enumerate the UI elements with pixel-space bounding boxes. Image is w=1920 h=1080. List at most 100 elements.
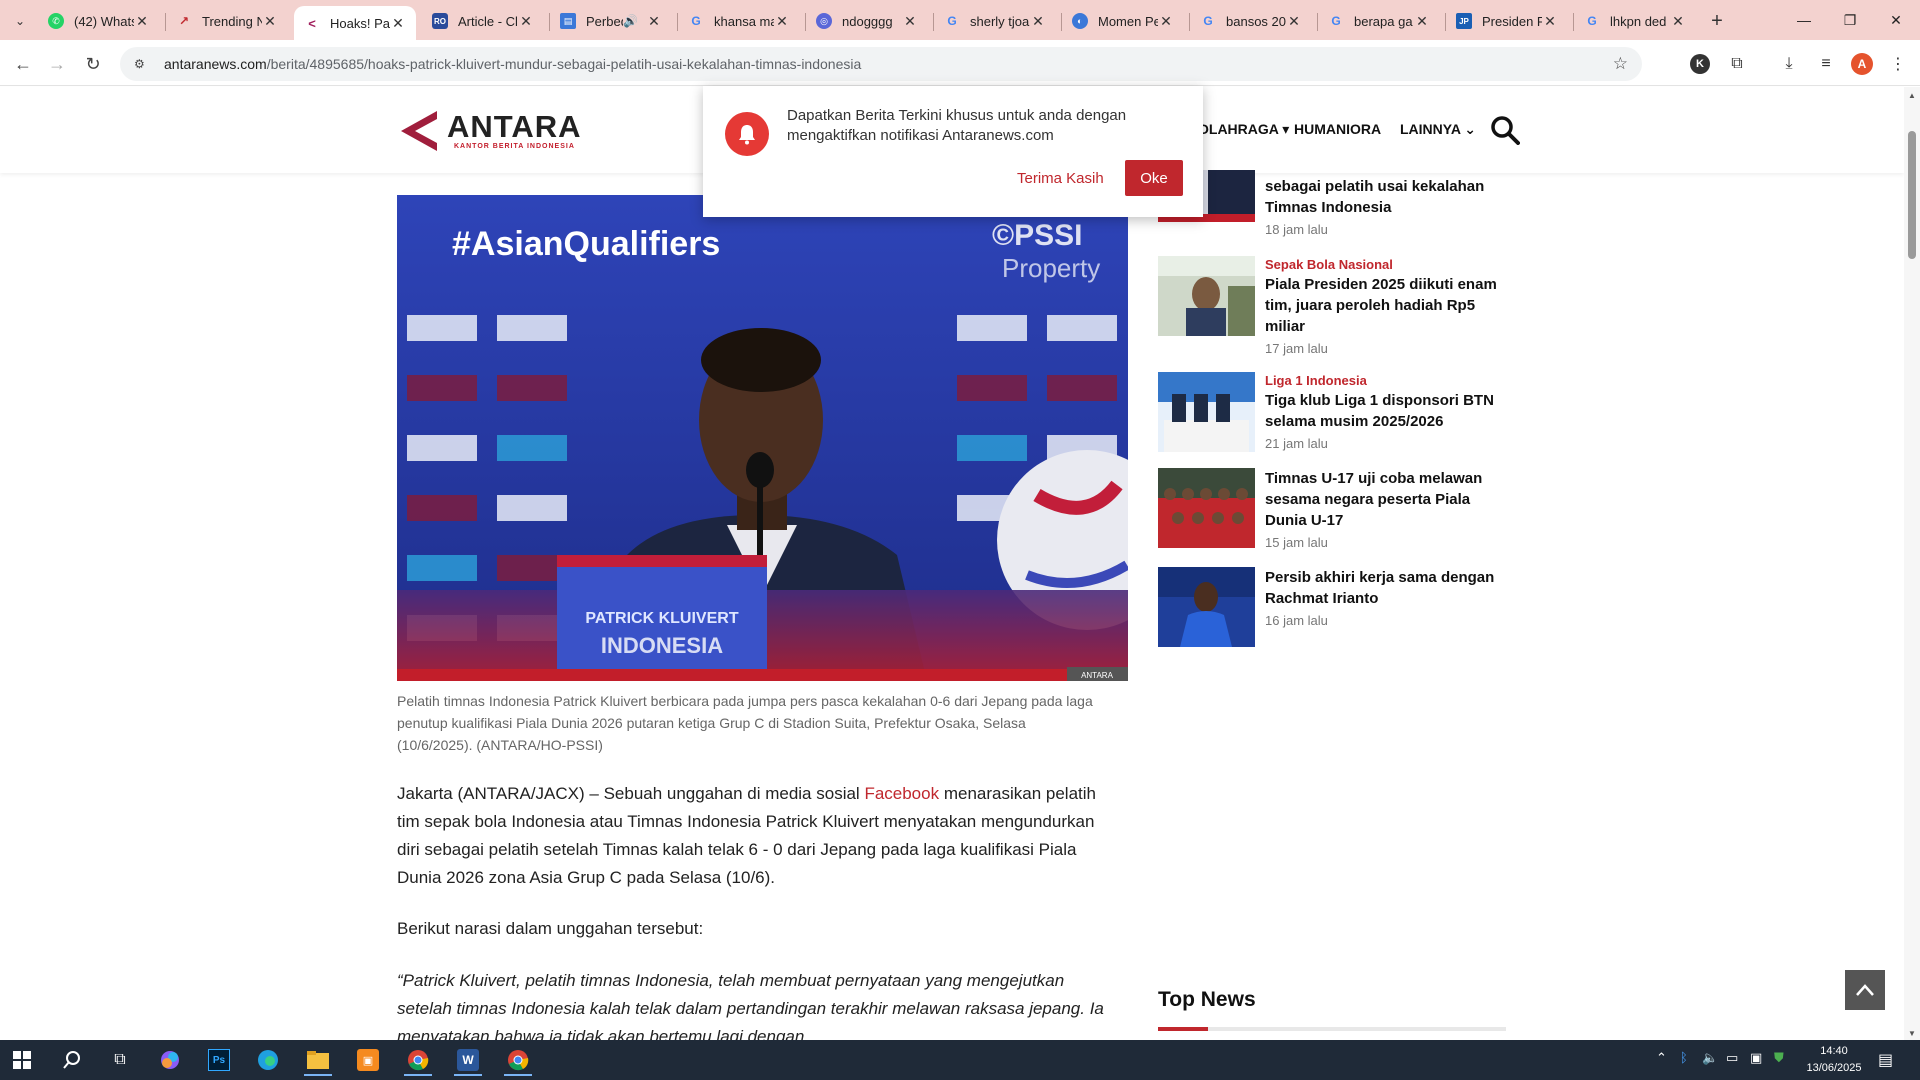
chrome-icon[interactable] <box>396 1044 440 1076</box>
back-button[interactable]: ← <box>10 51 36 77</box>
display-icon[interactable]: ▣ <box>1750 1050 1762 1066</box>
nav-lainnya[interactable]: LAINNYA ⌄ <box>1400 121 1476 138</box>
scrollbar-thumb[interactable] <box>1908 131 1916 259</box>
bookmark-star-icon[interactable]: ☆ <box>1613 54 1628 74</box>
browser-menu-icon[interactable]: ⋮ <box>1886 52 1910 76</box>
tab-ndogggg[interactable]: ◎ ndogggg ✕ <box>806 6 928 36</box>
page-scrollbar[interactable]: ▲ ▼ <box>1904 87 1920 1040</box>
minimize-button[interactable]: — <box>1784 6 1824 34</box>
news-thumbnail <box>1158 256 1255 336</box>
task-view-icon[interactable]: ⧉ <box>98 1044 142 1076</box>
tab-article[interactable]: RO Article - Cl ✕ <box>422 6 544 36</box>
network-icon[interactable]: ▭ <box>1726 1050 1738 1066</box>
nav-olahraga[interactable]: OLAHRAGA ▾ <box>1198 121 1289 138</box>
nav-humaniora[interactable]: HUMANIORA <box>1294 121 1381 137</box>
accept-button[interactable]: Oke <box>1125 160 1183 196</box>
google-icon: G <box>1331 14 1341 28</box>
close-tab-icon[interactable]: ✕ <box>1158 13 1174 30</box>
profile-k-icon[interactable]: K <box>1688 52 1712 76</box>
news-thumbnail <box>1158 372 1255 452</box>
photoshop-icon[interactable]: Ps <box>197 1044 241 1076</box>
reload-button[interactable]: ↻ <box>80 51 106 77</box>
close-tab-icon[interactable]: ✕ <box>774 13 790 30</box>
security-icon[interactable]: ⛊ <box>1774 1050 1784 1066</box>
tab-search-chevron-icon[interactable]: ⌄ <box>8 10 32 32</box>
url-path: /berita/4895685/hoaks-patrick-kluivert-m… <box>266 56 862 72</box>
article-icon: RO <box>432 13 448 29</box>
tab-presiden[interactable]: JP Presiden P ✕ <box>1446 6 1568 36</box>
tab-lhkpn[interactable]: G lhkpn ded ✕ <box>1574 6 1696 36</box>
media-control-icon[interactable]: ≡ <box>1814 52 1838 76</box>
chevron-up-icon <box>1856 984 1874 996</box>
tab-hoaks-active[interactable]: < Hoaks! Patrick ✕ <box>294 6 416 40</box>
url-domain: antaranews.com <box>164 56 267 72</box>
tab-whatsapp[interactable]: ✆ (42) WhatsApp ✕ <box>38 6 160 36</box>
notification-permission-dialog: Dapatkan Berita Terkini khusus untuk and… <box>703 86 1203 217</box>
decline-button[interactable]: Terima Kasih <box>1005 160 1116 196</box>
volume-icon[interactable]: 🔈 <box>1702 1050 1718 1066</box>
tab-trending[interactable]: ↗ Trending Now ✕ <box>166 6 288 36</box>
close-tab-icon[interactable]: ✕ <box>1414 13 1430 30</box>
profile-avatar[interactable]: A <box>1850 52 1874 76</box>
close-tab-icon[interactable]: ✕ <box>134 13 150 30</box>
tab-momen[interactable]: ◐ Momen Pe ✕ <box>1062 6 1184 36</box>
google-icon: G <box>691 14 701 28</box>
svg-text:ANTARA: ANTARA <box>1081 671 1114 680</box>
copilot-icon[interactable] <box>148 1044 192 1076</box>
close-tab-icon[interactable]: ✕ <box>262 13 278 30</box>
close-tab-icon[interactable]: ✕ <box>646 13 662 30</box>
facebook-link[interactable]: Facebook <box>864 784 939 803</box>
tab-perbedaan[interactable]: ▤ Perbedaan 🔊 ✕ <box>550 6 672 36</box>
search-icon[interactable] <box>50 1044 94 1076</box>
site-info-icon[interactable]: ⚙ <box>134 57 150 71</box>
system-clock[interactable]: 14:40 13/06/2025 <box>1804 1043 1864 1077</box>
sidebar-news-item[interactable]: sebagai pelatih usai kekalahan Timnas In… <box>1158 166 1508 237</box>
close-tab-icon[interactable]: ✕ <box>518 13 534 30</box>
address-bar[interactable]: ⚙ antaranews.com/berita/4895685/hoaks-pa… <box>120 47 1642 81</box>
jp-icon: JP <box>1456 13 1472 29</box>
download-icon[interactable]: ⤓ <box>1777 52 1801 76</box>
tab-sherly[interactable]: G sherly tjoa ✕ <box>934 6 1056 36</box>
forward-button[interactable]: → <box>44 51 70 77</box>
close-window-button[interactable]: ✕ <box>1876 6 1916 34</box>
new-tab-button[interactable]: + <box>1704 8 1730 34</box>
tab-khansa[interactable]: G khansa ma ✕ <box>678 6 800 36</box>
tab-bansos[interactable]: G bansos 20 ✕ <box>1190 6 1312 36</box>
bluetooth-icon[interactable]: ᛒ <box>1680 1050 1688 1065</box>
doc-icon: ▤ <box>560 13 576 29</box>
extensions-icon[interactable]: ⧉ <box>1725 52 1749 76</box>
article-hero-image: PATRICK KLUIVERT INDONESIA #AsianQualifi… <box>397 195 1128 681</box>
svg-text:Property: Property <box>1002 253 1100 283</box>
trending-icon: ↗ <box>178 14 190 28</box>
close-tab-icon[interactable]: ✕ <box>902 13 918 30</box>
globe-icon: ◐ <box>1072 13 1088 29</box>
scroll-to-top-button[interactable] <box>1845 970 1885 1010</box>
antara-logo[interactable]: ANTARA KANTOR BERITA INDONESIA <box>397 107 581 153</box>
top-news-heading: Top News <box>1158 988 1256 1011</box>
bell-icon <box>725 112 769 156</box>
close-tab-icon[interactable]: ✕ <box>1670 13 1686 30</box>
tab-berapa[interactable]: G berapa ga ✕ <box>1318 6 1440 36</box>
news-thumbnail <box>1158 567 1255 647</box>
tray-overflow-icon[interactable]: ⌃ <box>1656 1050 1667 1066</box>
article-quote: “Patrick Kluivert, pelatih timnas Indone… <box>397 971 1104 1040</box>
antara-icon: < <box>308 15 316 31</box>
close-tab-icon[interactable]: ✕ <box>390 15 406 32</box>
edge-icon[interactable] <box>246 1044 290 1076</box>
close-tab-icon[interactable]: ✕ <box>1542 13 1558 30</box>
close-tab-icon[interactable]: ✕ <box>1286 13 1302 30</box>
windows-taskbar: ⧉ Ps ▣ W ⌃ ᛒ 🔈 ▭ ▣ ⛊ 14:40 13/06/2025 ▤ <box>0 1040 1920 1080</box>
speaker-icon[interactable]: 🔊 <box>623 14 638 28</box>
chatgpt-icon: ◎ <box>816 13 832 29</box>
chrome-profile-icon[interactable] <box>496 1044 540 1076</box>
file-explorer-icon[interactable] <box>296 1044 340 1076</box>
windows-start-icon[interactable] <box>0 1044 44 1076</box>
image-editor-icon[interactable]: ▣ <box>346 1044 390 1076</box>
search-icon[interactable] <box>1490 115 1520 145</box>
close-tab-icon[interactable]: ✕ <box>1030 13 1046 30</box>
word-icon[interactable]: W <box>446 1044 490 1076</box>
browser-toolbar: ← → ↻ ⚙ antaranews.com/berita/4895685/ho… <box>0 40 1920 86</box>
notification-center-icon[interactable]: ▤ <box>1878 1050 1893 1070</box>
restore-button[interactable]: ❐ <box>1830 6 1870 34</box>
image-caption: Pelatih timnas Indonesia Patrick Kluiver… <box>397 693 1093 753</box>
